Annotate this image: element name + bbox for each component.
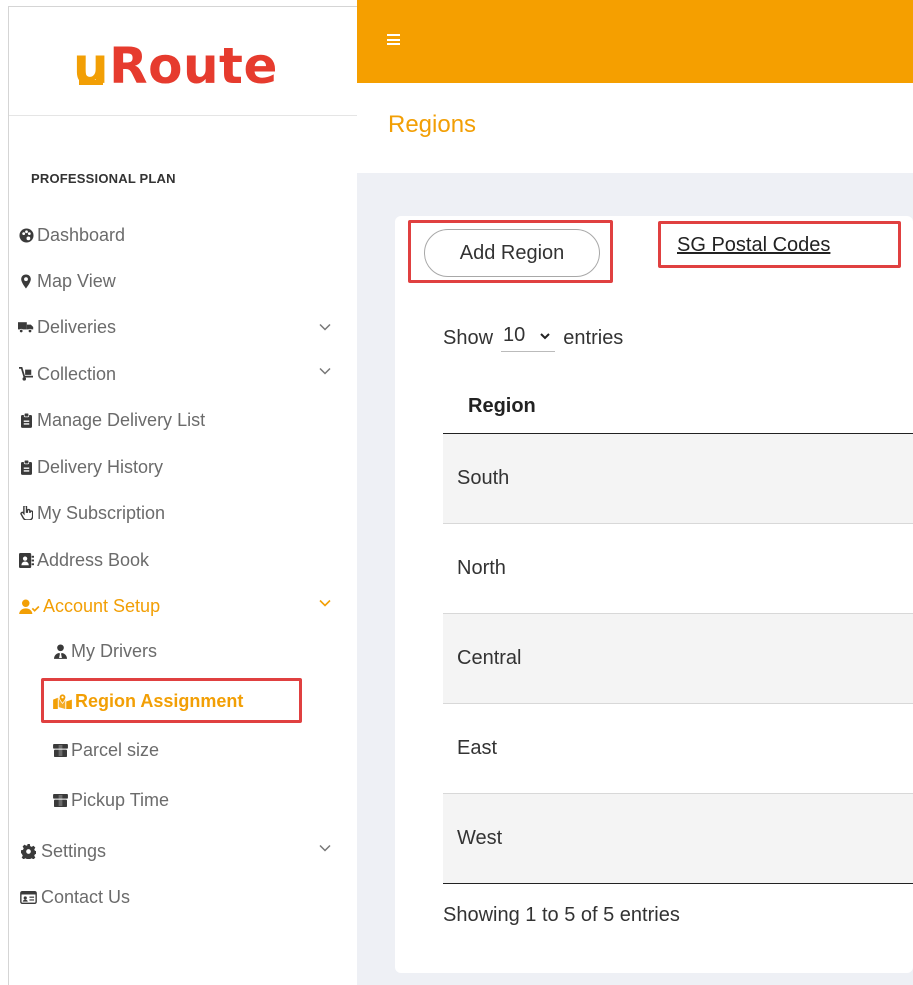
sidebar-item-account-setup[interactable]: Account Setup [18,593,160,619]
sidebar-item-label: Address Book [37,549,150,570]
sidebar-item-address-book[interactable]: Address Book [18,547,149,573]
logo-u: u [73,37,110,95]
sidebar-item-label: My Drivers [71,640,157,661]
chevron-down-icon[interactable] [318,320,332,334]
brand-logo[interactable]: u Route [73,21,278,91]
map-marker-icon [18,273,34,289]
table-cell: North [457,557,506,579]
table-row[interactable]: West [443,794,913,884]
user-tie-icon [52,643,68,659]
contact-card-icon [18,889,38,905]
sidebar-item-label: Pickup Time [71,789,170,810]
sidebar-item-label: Settings [41,840,107,861]
truck-icon [18,319,34,335]
sidebar-item-label: Collection [37,363,117,384]
box-icon [52,792,68,808]
table-row[interactable]: Central [443,614,913,704]
chevron-down-icon[interactable] [318,364,332,378]
sidebar-item-my-subscription[interactable]: My Subscription [18,500,165,526]
table-row[interactable]: South [443,434,913,524]
clipboard-icon [18,412,34,428]
sg-postal-codes-link[interactable]: SG Postal Codes [677,234,830,257]
table-cell: East [457,737,498,759]
page-header: Regions [357,83,913,173]
box-icon [52,742,68,758]
sidebar-item-label: Manage Delivery List [37,409,206,430]
hamburger-menu-icon[interactable] [387,34,400,45]
sidebar-item-label: Parcel size [71,739,160,760]
table-row[interactable]: East [443,704,913,794]
sidebar-item-label: Contact Us [41,886,131,907]
sidebar-item-dashboard[interactable]: Dashboard [18,222,125,248]
sidebar-item-map-view[interactable]: Map View [18,268,116,294]
chevron-down-icon[interactable] [318,841,332,855]
logo-route: Route [109,37,278,95]
sidebar-item-label: Account Setup [43,595,161,616]
plan-label: PROFESSIONAL PLAN [31,171,176,186]
table-cell: West [457,827,503,849]
table-cell: Central [457,647,522,669]
sidebar-item-label: Map View [37,270,116,291]
top-bar [357,0,913,83]
table-info: Showing 1 to 5 of 5 entries [443,904,680,926]
map-location-icon [52,693,72,709]
show-entries-control: Show 10 entries [443,324,623,352]
user-check-icon [18,598,40,614]
entries-select[interactable]: 10 [501,324,556,352]
sidebar-item-delivery-history[interactable]: Delivery History [18,454,163,480]
entries-select-value: 10 [503,324,526,346]
gear-icon [18,843,38,859]
sidebar-item-label: Delivery History [37,456,164,477]
sidebar-item-my-drivers[interactable]: My Drivers [52,638,157,664]
hand-pointer-icon [18,505,34,521]
chevron-down-icon [540,332,550,339]
address-book-icon [18,552,34,568]
chevron-down-icon[interactable] [318,596,332,610]
dolly-icon [18,366,34,382]
table-cell: South [457,467,510,489]
sidebar-item-pickup-time[interactable]: Pickup Time [52,787,169,813]
entries-suffix: entries [563,326,624,349]
sidebar-item-label: Deliveries [37,316,117,337]
sidebar-item-label: Region Assignment [75,690,244,711]
sidebar-item-parcel-size[interactable]: Parcel size [52,737,159,763]
sidebar-item-settings[interactable]: Settings [18,838,106,864]
show-label: Show [443,326,494,349]
sidebar-item-collection[interactable]: Collection [18,361,116,387]
column-header-region[interactable]: Region [443,380,913,434]
sidebar-item-contact-us[interactable]: Contact Us [18,884,130,910]
add-region-button[interactable]: Add Region [424,229,600,277]
sidebar-item-deliveries[interactable]: Deliveries [18,314,116,340]
sidebar-item-manage-delivery-list[interactable]: Manage Delivery List [18,407,205,433]
sidebar-item-label: My Subscription [37,502,166,523]
table-row[interactable]: North [443,524,913,614]
sidebar-item-region-assignment[interactable]: Region Assignment [52,688,243,714]
logo-divider [9,115,357,116]
sidebar-item-label: Dashboard [37,224,126,245]
clipboard-icon [18,459,34,475]
page-title: Regions [388,111,477,138]
regions-table: Region South North Central East West [443,380,913,884]
palette-icon [18,227,34,243]
